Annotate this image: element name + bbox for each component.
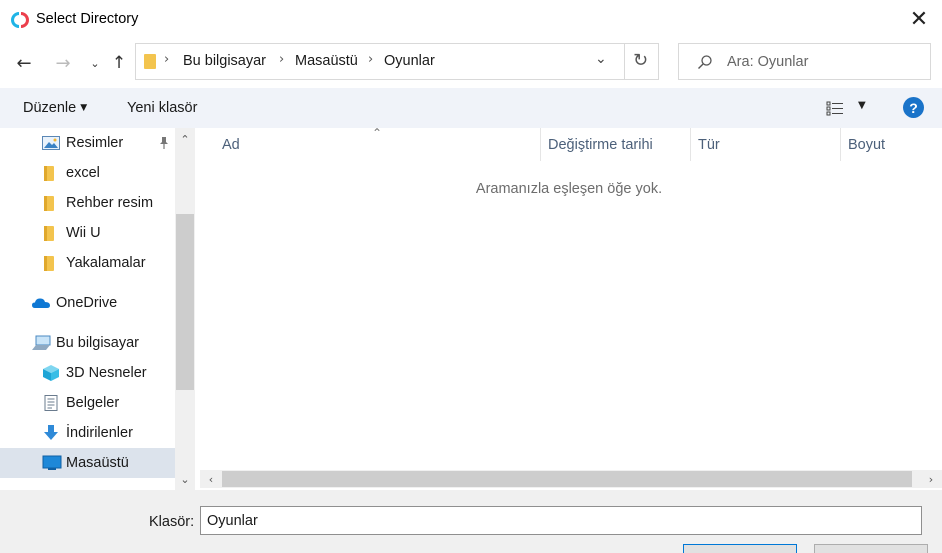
sidebar-item-label: Rehber resim (66, 195, 154, 211)
column-header-size[interactable]: Boyut (848, 128, 940, 161)
sidebar-item-excel[interactable]: excel (0, 158, 175, 188)
sidebar-item-bu-bilgisayar[interactable]: Bu bilgisayar (0, 328, 175, 358)
documents-icon (44, 395, 58, 411)
scroll-right-icon[interactable]: › (922, 470, 940, 488)
sidebar-item-masaustu[interactable]: Masaüstü (0, 448, 175, 478)
arrow-right-icon: → (55, 52, 71, 74)
breadcrumb-chevron-icon[interactable]: › (164, 52, 169, 67)
column-divider[interactable] (690, 128, 691, 161)
recent-locations-button[interactable]: ⌄ (84, 52, 106, 74)
scroll-left-icon[interactable]: ‹ (202, 470, 220, 488)
navigation-bar: ← → ⌄ ↑ › Bu bilgisayar › Masaüstü › Oyu… (0, 38, 942, 88)
sidebar-item-wii-u[interactable]: Wii U (0, 218, 175, 248)
breadcrumb-chevron-icon[interactable]: › (279, 52, 284, 67)
sidebar-item-label: excel (66, 165, 100, 181)
up-button[interactable]: ↑ (108, 52, 130, 74)
help-button[interactable]: ? (903, 97, 924, 118)
search-box[interactable] (678, 43, 931, 80)
search-input[interactable] (727, 50, 922, 74)
pin-icon[interactable] (158, 136, 170, 150)
column-header-name[interactable]: Ad (222, 128, 540, 161)
view-caret-down-icon[interactable]: ▼ (858, 100, 866, 111)
column-header-label: Değiştirme tarihi (548, 137, 653, 153)
downloads-icon (44, 425, 58, 440)
back-button[interactable]: ← (13, 52, 35, 74)
sidebar-item-label: OneDrive (56, 295, 118, 311)
sidebar-item-label: Resimler (66, 135, 124, 151)
forward-button[interactable]: → (52, 52, 74, 74)
desktop-icon (42, 455, 62, 470)
sidebar-item-belgeler[interactable]: Belgeler (0, 388, 175, 418)
command-bar: Düzenle ▼ Yeni klasör ▼ ? (0, 88, 942, 128)
file-list-horizontal-scrollbar[interactable]: ‹ › (200, 470, 942, 488)
organize-label: Düzenle (23, 100, 77, 116)
onedrive-cloud-icon (32, 298, 50, 308)
close-icon: ✕ (909, 6, 929, 32)
sidebar-item-rehber-resim[interactable]: Rehber resim (0, 188, 175, 218)
address-bar[interactable]: › Bu bilgisayar › Masaüstü › Oyunlar ⌄ ↻ (135, 43, 659, 80)
file-list: ⌃ Ad Değiştirme tarihi Tür Boyut Aramanı… (196, 126, 942, 490)
arrow-up-icon: ↑ (111, 53, 127, 73)
sidebar-item-3d-nesneler[interactable]: 3D Nesneler (0, 358, 175, 388)
arrow-left-icon: ← (16, 52, 32, 74)
folder-icon (44, 256, 54, 271)
column-header-label: Ad (222, 137, 240, 153)
empty-message: Aramanızla eşleşen öğe yok. (475, 181, 663, 197)
navigation-pane-scrollbar[interactable]: ⌃ ⌄ (175, 128, 195, 490)
sidebar-item-indirilenler[interactable]: İndirilenler (0, 418, 175, 448)
breadcrumb-chevron-icon[interactable]: › (368, 52, 373, 67)
select-folder-button[interactable] (683, 544, 797, 553)
view-options-icon[interactable] (826, 100, 844, 116)
app-logo-icon (11, 12, 29, 28)
sidebar-item-label: Yakalamalar (66, 255, 146, 271)
breadcrumb-item[interactable]: Oyunlar (384, 53, 435, 69)
column-header-type[interactable]: Tür (698, 128, 840, 161)
sidebar-item-resimler[interactable]: Resimler (0, 128, 175, 158)
folder-icon (44, 196, 54, 211)
window-title: Select Directory (36, 11, 139, 27)
navigation-pane: Resimler excel Rehber resim Wii U Yakala… (0, 128, 196, 490)
folder-icon (44, 166, 54, 181)
sidebar-item-label: Masaüstü (66, 455, 129, 471)
close-button[interactable]: ✕ (896, 0, 942, 38)
sidebar-item-label: İndirilenler (66, 425, 133, 441)
chevron-down-icon: ⌄ (90, 56, 100, 70)
cancel-button[interactable] (814, 544, 928, 553)
scrollbar-thumb[interactable] (222, 471, 912, 487)
refresh-icon[interactable]: ↻ (633, 50, 648, 71)
title-bar: Select Directory ✕ (0, 0, 942, 38)
folder-icon (44, 226, 54, 241)
scroll-down-icon[interactable]: ⌄ (175, 471, 195, 487)
sidebar-item-label: Wii U (66, 225, 101, 241)
scroll-up-icon[interactable]: ⌃ (175, 131, 195, 147)
breadcrumb-item[interactable]: Masaüstü (295, 53, 358, 69)
column-divider[interactable] (840, 128, 841, 161)
sidebar-item-yakalamalar[interactable]: Yakalamalar (0, 248, 175, 278)
folder-name-input[interactable] (200, 506, 922, 535)
help-icon: ? (909, 99, 918, 116)
caret-down-icon: ▼ (80, 103, 88, 113)
column-header-label: Boyut (848, 137, 886, 153)
folder-icon (144, 54, 156, 69)
column-header-label: Tür (698, 137, 720, 153)
folder-label: Klasör: (149, 514, 195, 530)
sidebar-item-label: 3D Nesneler (66, 365, 147, 381)
column-divider[interactable] (540, 128, 541, 161)
sidebar-item-label: Belgeler (66, 395, 120, 411)
sidebar-item-onedrive[interactable]: OneDrive (0, 288, 175, 318)
address-dropdown-icon[interactable]: ⌄ (595, 51, 607, 67)
organize-button[interactable]: Düzenle ▼ (23, 100, 87, 116)
new-folder-button[interactable]: Yeni klasör (127, 100, 197, 116)
sidebar-item-label: Bu bilgisayar (56, 335, 140, 351)
this-pc-icon (32, 335, 51, 350)
scrollbar-thumb[interactable] (176, 214, 194, 390)
column-header-date-modified[interactable]: Değiştirme tarihi (548, 128, 690, 161)
search-icon (698, 55, 712, 69)
new-folder-label: Yeni klasör (127, 100, 198, 116)
pictures-icon (42, 136, 60, 150)
address-divider (624, 44, 625, 79)
breadcrumb-item[interactable]: Bu bilgisayar (183, 53, 266, 69)
3d-objects-icon (43, 365, 59, 381)
dialog-footer: Klasör: (0, 490, 942, 553)
